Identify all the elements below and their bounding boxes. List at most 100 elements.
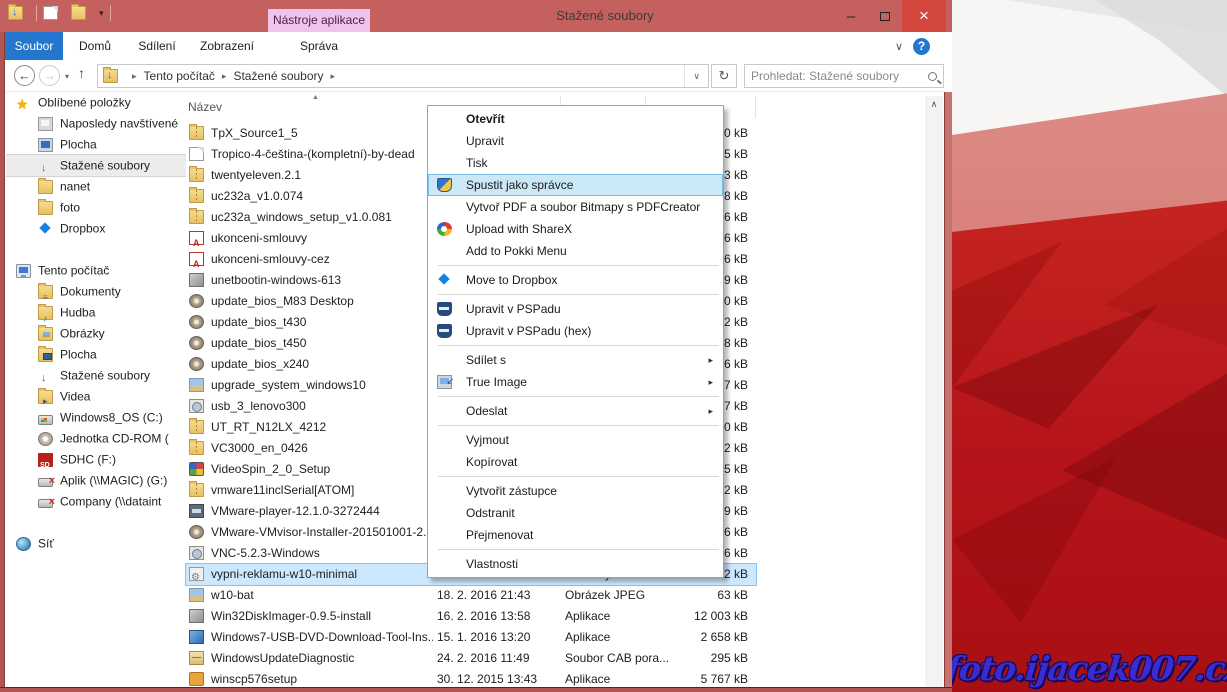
docs-icon: [38, 285, 53, 299]
breadcrumb-downloads[interactable]: Stažené soubory: [233, 69, 323, 83]
sidebar-item[interactable]: Windows8_OS (C:): [6, 407, 186, 428]
menu-separator: [438, 549, 719, 550]
context-menu-item[interactable]: Vyjmout: [428, 429, 723, 451]
context-menu-item[interactable]: Kopírovat: [428, 451, 723, 473]
file-type-zip-icon: [189, 441, 204, 455]
file-row[interactable]: Win32DiskImager-0.9.5-install16. 2. 2016…: [186, 606, 756, 627]
sidebar-item[interactable]: Videa: [6, 386, 186, 407]
column-header-name[interactable]: Název: [188, 100, 222, 114]
context-menu-item[interactable]: Add to Pokki Menu: [428, 240, 723, 262]
context-menu-item[interactable]: Vytvořit zástupce: [428, 480, 723, 502]
sidebar-item[interactable]: Tento počítač: [6, 260, 186, 281]
file-size: 2 kB: [724, 564, 748, 585]
sidebar-item[interactable]: Dokumenty: [6, 281, 186, 302]
context-menu-item[interactable]: Otevřít: [428, 108, 723, 130]
help-icon[interactable]: ?: [913, 38, 930, 55]
context-menu-item[interactable]: Spustit jako správce: [428, 174, 723, 196]
globe-icon: [16, 537, 31, 551]
sidebar-item-label: nanet: [60, 179, 90, 193]
music-icon: [38, 306, 53, 320]
context-menu-item[interactable]: Odeslat▸: [428, 400, 723, 422]
ribbon-collapse-chevron-icon[interactable]: ∨: [895, 40, 903, 53]
address-bar[interactable]: ▸ Tento počítač ▸ Stažené soubory ▸ ∨: [97, 64, 709, 88]
context-menu-item[interactable]: Sdílet s▸: [428, 349, 723, 371]
file-row[interactable]: Windows7-USB-DVD-Download-Tool-Ins...15.…: [186, 627, 756, 648]
sidebar-item[interactable]: Dropbox: [6, 218, 186, 239]
scroll-up-icon[interactable]: ∧: [925, 96, 943, 113]
maximize-button[interactable]: [868, 0, 902, 32]
up-button[interactable]: ↑: [78, 65, 85, 81]
vertical-scrollbar[interactable]: ∧: [925, 96, 943, 687]
menu-separator: [438, 265, 719, 266]
new-folder-icon[interactable]: [71, 6, 86, 20]
context-menu-item[interactable]: Upravit v PSPadu (hex): [428, 320, 723, 342]
tab-soubor[interactable]: Soubor: [5, 32, 63, 60]
sidebar-item-label: Plocha: [60, 347, 97, 361]
quick-access-toolbar: ▾: [8, 5, 111, 21]
menu-item-label: Upload with ShareX: [466, 222, 572, 236]
sidebar-item[interactable]: Oblíbené položky: [6, 92, 186, 113]
sidebar-item[interactable]: Stažené soubory: [6, 365, 186, 386]
file-type-wsc-icon: [189, 672, 204, 686]
sidebar-item[interactable]: Obrázky: [6, 323, 186, 344]
file-row[interactable]: w10-bat18. 2. 2016 21:43Obrázek JPEG63 k…: [186, 585, 756, 606]
sidebar-item[interactable]: Jednotka CD-ROM (: [6, 428, 186, 449]
sidebar-item[interactable]: Naposledy navštívené: [6, 113, 186, 134]
file-name: VNC-5.2.3-Windows: [211, 543, 433, 564]
tab-domu[interactable]: Domů: [67, 32, 123, 60]
titlebar[interactable]: ▾ Nástroje aplikace Stažené soubory – ×: [0, 0, 952, 32]
breadcrumb-this-pc[interactable]: Tento počítač: [144, 69, 215, 83]
tab-sprava[interactable]: Správa: [268, 32, 370, 60]
search-placeholder: Prohledat: Stažené soubory: [751, 69, 928, 83]
ribbon-tab-bar: Soubor Domů Sdílení Zobrazení Správa ∨ ?: [5, 32, 944, 60]
column-divider[interactable]: [755, 96, 756, 118]
context-menu-item[interactable]: Move to Dropbox: [428, 269, 723, 291]
close-button[interactable]: ×: [902, 0, 946, 32]
menu-item-label: Vyjmout: [466, 433, 509, 447]
properties-icon[interactable]: [43, 6, 58, 20]
context-menu-item[interactable]: Vytvoř PDF a soubor Bitmapy s PDFCreator: [428, 196, 723, 218]
window-controls: – ×: [834, 0, 946, 32]
sidebar-item[interactable]: Plocha: [6, 134, 186, 155]
qat-customize-chevron-icon[interactable]: ▾: [99, 8, 104, 19]
refresh-button[interactable]: ↻: [711, 64, 737, 88]
address-dropdown-icon[interactable]: ∨: [684, 65, 708, 87]
forward-button[interactable]: →: [39, 65, 60, 86]
context-menu-item[interactable]: Tisk: [428, 152, 723, 174]
sidebar-item[interactable]: foto: [6, 197, 186, 218]
back-button[interactable]: ←: [14, 65, 35, 86]
sidebar-item[interactable]: Stažené soubory: [6, 155, 186, 176]
context-menu-item[interactable]: Vlastnosti: [428, 553, 723, 575]
file-row[interactable]: WindowsUpdateDiagnostic24. 2. 2016 11:49…: [186, 648, 756, 669]
sidebar-item[interactable]: Hudba: [6, 302, 186, 323]
sidebar-item[interactable]: nanet: [6, 176, 186, 197]
sidebar-item[interactable]: Aplik (\\MAGIC) (G:): [6, 470, 186, 491]
context-menu-item[interactable]: True Image▸: [428, 371, 723, 393]
sidebar-item[interactable]: Síť: [6, 533, 186, 554]
file-type-zip-icon: [189, 210, 204, 224]
sharex-icon: [437, 222, 452, 236]
file-type-app-icon: [189, 630, 204, 644]
sidebar-item-label: Aplik (\\MAGIC) (G:): [60, 473, 167, 487]
history-dropdown-icon[interactable]: ▾: [65, 72, 69, 81]
sidebar-item[interactable]: Company (\\dataint: [6, 491, 186, 512]
search-box[interactable]: Prohledat: Stažené soubory: [744, 64, 944, 88]
tab-sdileni[interactable]: Sdílení: [125, 32, 189, 60]
context-menu-item[interactable]: Upload with ShareX: [428, 218, 723, 240]
contextual-tab-group: Nástroje aplikace: [268, 9, 370, 32]
file-name: VC3000_en_0426: [211, 438, 433, 459]
context-menu-item[interactable]: Odstranit: [428, 502, 723, 524]
desktop-wallpaper: foto.ijacek007.cz :-): [952, 0, 1227, 692]
file-name: update_bios_x240: [211, 354, 433, 375]
sidebar-item-label: Obrázky: [60, 326, 105, 340]
minimize-button[interactable]: –: [834, 0, 868, 32]
tab-zobrazeni[interactable]: Zobrazení: [191, 32, 263, 60]
context-menu-item[interactable]: Upravit v PSPadu: [428, 298, 723, 320]
context-menu-item[interactable]: Upravit: [428, 130, 723, 152]
sidebar-item[interactable]: Plocha: [6, 344, 186, 365]
file-name: unetbootin-windows-613: [211, 270, 433, 291]
sidebar-item[interactable]: SDHC (F:): [6, 449, 186, 470]
sidebar-item-label: SDHC (F:): [60, 452, 116, 466]
context-menu-item[interactable]: Přejmenovat: [428, 524, 723, 546]
menu-separator: [438, 396, 719, 397]
